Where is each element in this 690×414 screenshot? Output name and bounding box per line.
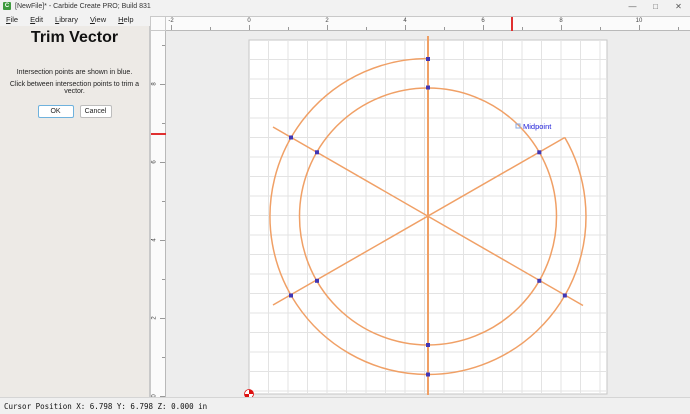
intersection-point [426,343,430,347]
window-title: [NewFile]* - Carbide Create PRO; Build 8… [15,2,151,10]
ruler-label: -2 [168,18,174,24]
cursor-position-marker [511,17,513,32]
cursor-position-readout: Cursor Position X: 6.798 Y: 6.798 Z: 0.0… [4,401,208,411]
ruler-label: 6 [151,160,158,164]
ruler-label: 2 [325,18,329,24]
ruler-label: 8 [151,82,158,86]
ruler-label: 8 [559,18,563,24]
ruler-label: 4 [403,18,407,24]
cursor-position-marker [151,133,167,135]
canvas-svg: Midpoint [244,36,608,399]
menu-item-help[interactable]: Help [112,15,139,24]
ruler-tick [162,123,165,124]
ruler-tick [162,201,165,202]
trim-vector-panel: Trim Vector Intersection points are show… [0,26,150,397]
panel-title: Trim Vector [30,29,119,46]
ruler-tick [600,27,601,30]
ruler-tick [160,84,165,85]
ruler-label: 0 [247,18,251,24]
ruler-tick [366,27,367,30]
intersection-point [426,85,430,90]
ruler-tick [249,25,250,30]
ruler-tick [522,27,523,30]
ruler-tick [160,240,165,241]
intersection-point [537,150,542,155]
close-button[interactable]: ✕ [667,2,690,11]
ruler-tick [678,27,679,30]
intersection-point [426,57,430,61]
ruler-tick [444,27,445,30]
ruler-horizontal: -2 0 2 4 6 8 10 [166,16,690,32]
ruler-label: 4 [151,238,158,242]
ruler-vertical: 02468 [150,31,167,398]
ruler-tick [288,27,289,30]
maximize-button[interactable]: □ [644,2,667,11]
intersection-point [289,135,293,140]
ruler-tick [405,25,406,30]
midpoint-snap-label: Midpoint [523,122,552,131]
ruler-tick [639,25,640,30]
title-bar: C [NewFile]* - Carbide Create PRO; Build… [0,0,690,12]
ruler-label: 6 [481,18,485,24]
menu-item-library[interactable]: Library [49,15,84,24]
ruler-tick [210,27,211,30]
ruler-label: 10 [635,18,643,24]
app-icon: C [3,2,11,10]
ruler-tick [327,25,328,30]
ruler-corner [150,16,166,31]
ruler-tick [162,357,165,358]
ruler-tick [162,45,165,46]
minimize-button[interactable]: — [621,2,644,11]
ruler-tick [160,318,165,319]
intersection-point [315,150,319,155]
ruler-tick [160,162,165,163]
ruler-tick [561,25,562,30]
ruler-label: 2 [151,316,158,320]
intersection-point [426,372,430,377]
menu-item-edit[interactable]: Edit [24,15,49,24]
instruction-line-2: Click between intersection points to tri… [9,81,140,95]
ruler-tick [171,25,172,30]
cancel-button[interactable]: Cancel [79,105,112,118]
ruler-tick [162,279,165,280]
menu-item-view[interactable]: View [84,15,112,24]
intersection-point [537,278,542,283]
intersection-point [315,278,319,283]
design-canvas[interactable]: Midpoint [166,31,690,399]
intersection-point [562,293,567,298]
ruler-tick [483,25,484,30]
status-bar: Cursor Position X: 6.798 Y: 6.798 Z: 0.0… [0,397,690,414]
instruction-line-1: Intersection points are shown in blue. [16,69,133,76]
ok-button[interactable]: OK [37,105,74,118]
intersection-point [289,293,293,298]
menu-item-file[interactable]: File [0,15,24,24]
